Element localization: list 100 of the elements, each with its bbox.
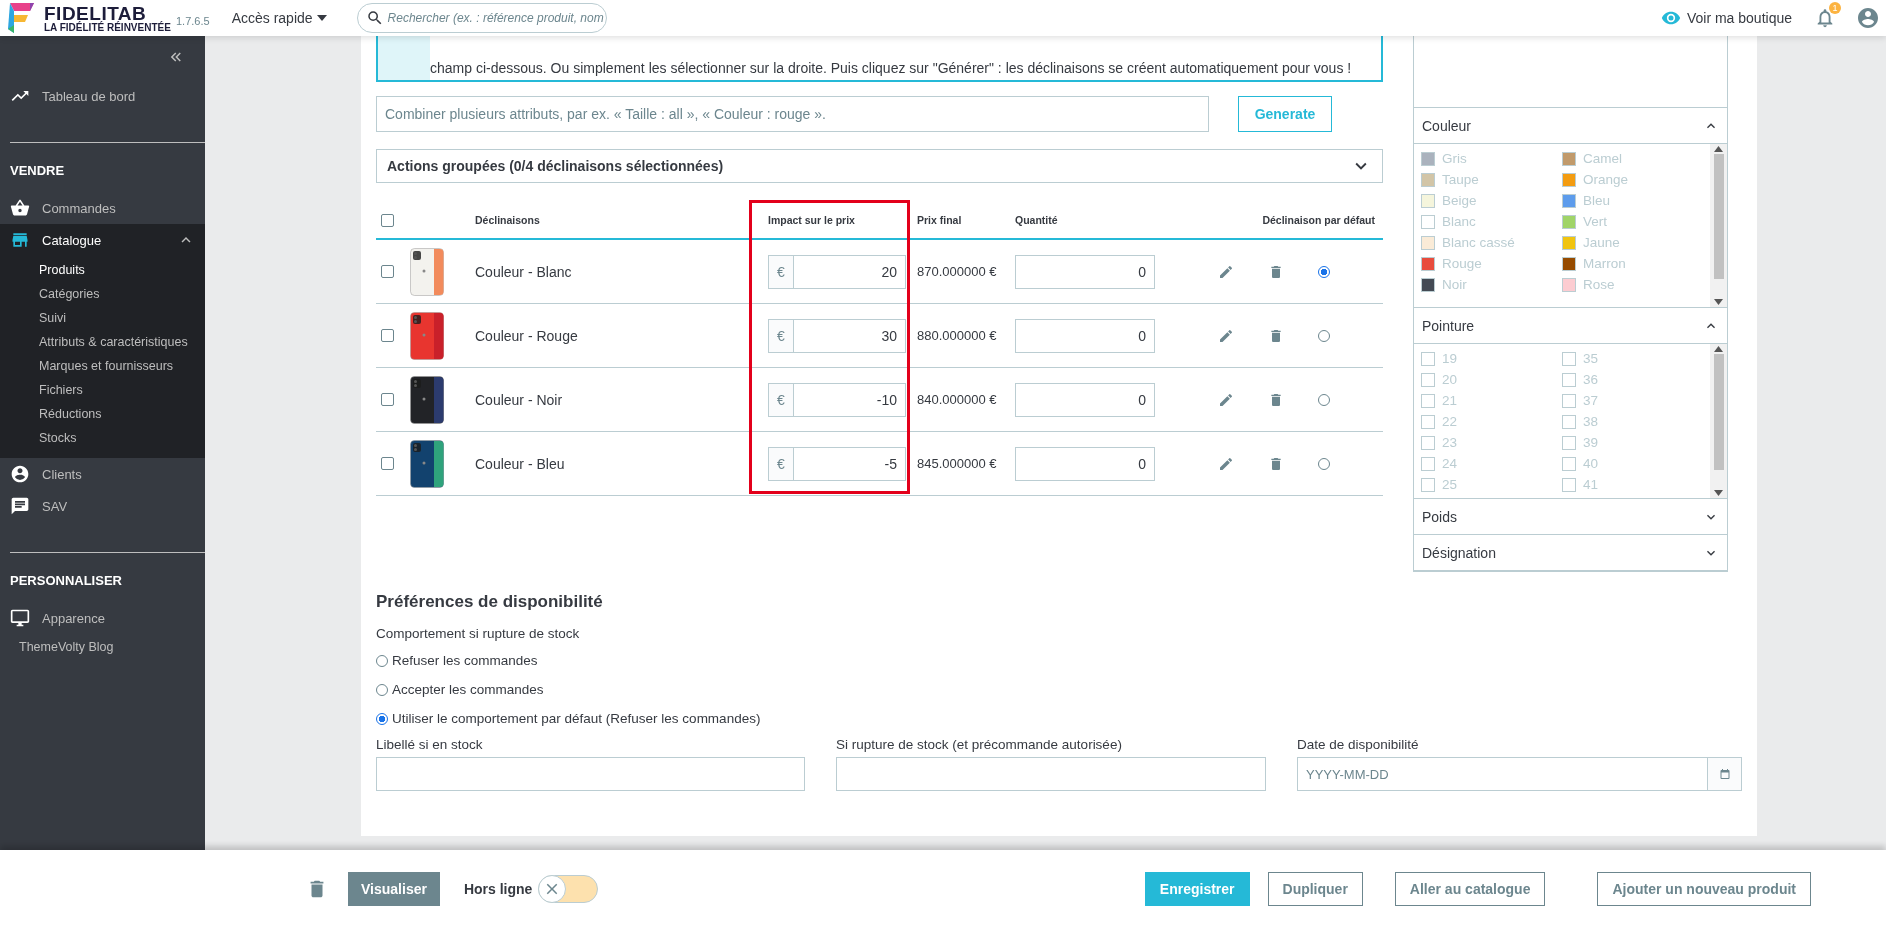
default-radio[interactable] (1318, 329, 1330, 342)
input-field[interactable] (376, 757, 805, 791)
sidebar-item[interactable]: Catalogue (0, 224, 205, 256)
option-label: Blanc (1442, 214, 1476, 229)
view-shop-link[interactable]: Voir ma boutique (1660, 8, 1792, 28)
submenu-item[interactable]: Réductions (0, 402, 205, 426)
price-impact-field[interactable]: € 20 (768, 254, 906, 289)
color-swatch[interactable] (1421, 277, 1435, 292)
action-button[interactable]: Dupliquer (1267, 872, 1363, 906)
quantity-field[interactable]: 0 (1015, 254, 1155, 289)
chat-icon (10, 496, 30, 516)
checkbox[interactable] (1421, 393, 1435, 408)
radio-option[interactable]: Accepter les commandes (376, 675, 544, 704)
checkbox[interactable] (1562, 435, 1576, 450)
checkbox[interactable] (1421, 477, 1435, 492)
input-field[interactable] (836, 757, 1266, 791)
color-swatch[interactable] (1421, 172, 1435, 187)
checkbox[interactable] (1562, 414, 1576, 429)
info-stripe (378, 36, 430, 80)
scroll-up-icon[interactable] (1714, 346, 1723, 352)
submenu-item[interactable]: Stocks (0, 426, 205, 450)
quantity-field[interactable]: 0 (1015, 446, 1155, 481)
default-radio[interactable] (1318, 393, 1330, 406)
sidebar-item[interactable]: Apparence (0, 602, 205, 634)
table-cell-text: 845.000000 € (916, 456, 998, 471)
price-impact-field[interactable]: € 30 (768, 318, 906, 353)
color-swatch[interactable] (1562, 151, 1576, 166)
color-swatch[interactable] (1421, 256, 1435, 271)
date-field[interactable]: YYYY-MM-DD (1297, 757, 1708, 791)
checkbox[interactable] (1421, 456, 1435, 471)
option-label: Vert (1583, 214, 1607, 229)
default-radio[interactable] (1318, 457, 1330, 470)
submenu-item[interactable]: Marques et fournisseurs (0, 354, 205, 378)
checkbox[interactable] (381, 393, 394, 406)
quick-access-menu[interactable]: Accès rapide (231, 10, 327, 26)
color-swatch[interactable] (1562, 193, 1576, 208)
option-label: Bleu (1583, 193, 1611, 208)
radio-option[interactable]: Refuser les commandes (376, 646, 538, 675)
delete-icon (1268, 327, 1284, 344)
option-label: 23 (1442, 435, 1458, 450)
submenu-item[interactable]: Catégories (0, 282, 205, 306)
calendar-button[interactable] (1708, 757, 1742, 791)
scrollbar[interactable] (1710, 344, 1727, 498)
submenu-item[interactable]: Suivi (0, 306, 205, 330)
color-swatch[interactable] (1562, 256, 1576, 271)
scrollbar[interactable] (1710, 144, 1727, 307)
column-header: Déclinaison par défaut (1261, 214, 1376, 226)
color-swatch[interactable] (1562, 277, 1576, 292)
action-button[interactable]: Aller au catalogue (1394, 872, 1546, 906)
checkbox[interactable] (1421, 414, 1435, 429)
price-impact-field[interactable]: € -10 (768, 382, 906, 417)
checkbox[interactable] (381, 457, 394, 470)
quantity-field[interactable]: 0 (1015, 318, 1155, 353)
action-button[interactable]: Ajouter un nouveau produit (1597, 872, 1811, 906)
checkbox[interactable] (1562, 372, 1576, 387)
option-label: 41 (1583, 477, 1599, 492)
sidebar-item[interactable]: Commandes (0, 192, 205, 224)
bulk-actions-bar[interactable]: Actions groupées (0/4 déclinaisons sélectionnées) (376, 149, 1383, 183)
scroll-down-icon[interactable] (1714, 299, 1723, 305)
table-cell-text: Couleur - Bleu (475, 455, 566, 472)
sidebar-item[interactable]: Tableau de bord (0, 80, 205, 112)
preview-button[interactable]: Visualiser (348, 872, 440, 906)
online-toggle[interactable] (538, 875, 599, 903)
checkbox[interactable] (381, 265, 394, 278)
radio-option[interactable]: Utiliser le comportement par défaut (Refuser les commandes) (376, 704, 761, 733)
table-cell-text: Couleur - Rouge (475, 327, 579, 344)
checkbox[interactable] (381, 329, 394, 342)
sidebar-item[interactable]: Clients (0, 458, 205, 490)
default-radio[interactable] (1318, 265, 1330, 278)
color-swatch[interactable] (1562, 214, 1576, 229)
checkbox[interactable] (1562, 477, 1576, 492)
quantity-field[interactable]: 0 (1015, 382, 1155, 417)
option-label: 21 (1442, 393, 1458, 408)
submenu-item[interactable]: Fichiers (0, 378, 205, 402)
color-swatch[interactable] (1562, 235, 1576, 250)
submenu-item[interactable]: Attributs & caractéristiques (0, 330, 205, 354)
checkbox[interactable] (1421, 372, 1435, 387)
sidebar-item[interactable]: ThemeVolty Blog (0, 634, 205, 660)
submenu-item[interactable]: Produits (0, 258, 205, 282)
checkbox[interactable] (381, 213, 394, 227)
option-label: Gris (1442, 151, 1467, 166)
color-swatch[interactable] (1421, 193, 1435, 208)
checkbox[interactable] (1421, 435, 1435, 450)
checkbox[interactable] (1562, 456, 1576, 471)
color-swatch[interactable] (1421, 235, 1435, 250)
combination-field[interactable]: Combiner plusieurs attributs, par ex. « Taille : all », « Couleur : rouge ». (376, 96, 1209, 132)
scroll-down-icon[interactable] (1714, 490, 1723, 496)
price-impact-field[interactable]: € -5 (768, 446, 906, 481)
color-swatch[interactable] (1562, 172, 1576, 187)
scroll-up-icon[interactable] (1714, 146, 1723, 152)
checkbox[interactable] (1421, 351, 1435, 366)
color-swatch[interactable] (1421, 214, 1435, 229)
color-swatch[interactable] (1421, 151, 1435, 166)
sidebar-item[interactable]: SAV (0, 490, 205, 522)
checkbox[interactable] (1562, 393, 1576, 408)
checkbox[interactable] (1562, 351, 1576, 366)
option-label: Marron (1583, 256, 1626, 271)
edit-icon (1218, 327, 1234, 344)
brand-tagline: LA FIDÉLITÉ RÉINVENTÉE (44, 22, 171, 33)
option-label: 35 (1583, 351, 1599, 366)
